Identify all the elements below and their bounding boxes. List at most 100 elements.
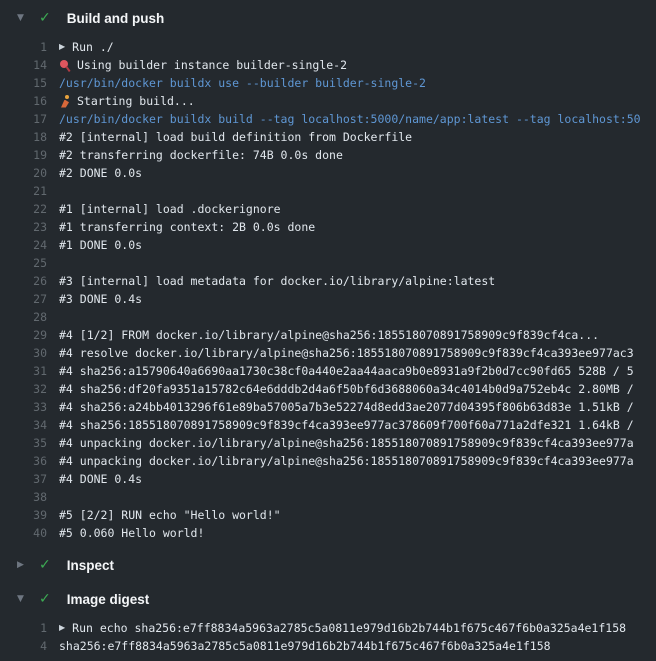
log-line: 25 — [0, 254, 656, 272]
line-number[interactable]: 14 — [0, 58, 47, 72]
check-success-icon: ✓ — [39, 592, 51, 606]
line-content: #4 unpacking docker.io/library/alpine@sh… — [47, 436, 634, 450]
log-lines: 1 ▶Run echo sha256:e7ff8834a5963a2785c5a… — [0, 616, 656, 661]
line-number[interactable]: 28 — [0, 310, 47, 324]
line-content: #5 0.060 Hello world! — [47, 526, 204, 540]
log-line: 15 /usr/bin/docker buildx use --builder … — [0, 74, 656, 92]
line-number[interactable]: 37 — [0, 472, 47, 486]
log-line: 38 — [0, 488, 656, 506]
line-number[interactable]: 1 — [0, 621, 47, 635]
line-number[interactable]: 16 — [0, 94, 47, 108]
line-text: Using builder instance builder-single-2 — [77, 58, 347, 72]
line-number[interactable]: 39 — [0, 508, 47, 522]
log-section-title: Inspect — [67, 558, 114, 573]
log-line: 16 Starting build... — [0, 92, 656, 110]
line-text: #5 [2/2] RUN echo "Hello world!" — [59, 508, 281, 522]
line-number[interactable]: 36 — [0, 454, 47, 468]
chevron-right-icon[interactable]: ▶ — [17, 561, 28, 570]
log-section-title: Build and push — [67, 11, 165, 26]
log-line: 35 #4 unpacking docker.io/library/alpine… — [0, 434, 656, 452]
line-number[interactable]: 18 — [0, 130, 47, 144]
log-line: 1 ▶Run echo sha256:e7ff8834a5963a2785c5a… — [0, 619, 656, 637]
line-content: #3 [internal] load metadata for docker.i… — [47, 274, 495, 288]
pushpin-emoji — [59, 59, 72, 72]
log-line: 34 #4 sha256:185518070891758909c9f839cf4… — [0, 416, 656, 434]
section-header-build-and-push[interactable]: ▼ ✓ Build and push — [0, 1, 656, 35]
log-line: 17 /usr/bin/docker buildx build --tag lo… — [0, 110, 656, 128]
runner-emoji — [59, 95, 72, 108]
line-content: /usr/bin/docker buildx build --tag local… — [47, 112, 641, 126]
line-number[interactable]: 1 — [0, 40, 47, 54]
line-content: #4 sha256:185518070891758909c9f839cf4ca3… — [47, 418, 634, 432]
line-content: #4 resolve docker.io/library/alpine@sha2… — [47, 346, 634, 360]
section-header-image-digest[interactable]: ▼ ✓ Image digest — [0, 582, 656, 616]
log-line: 37 #4 DONE 0.4s — [0, 470, 656, 488]
line-number[interactable]: 38 — [0, 490, 47, 504]
run-toggle-icon[interactable]: ▶ — [59, 624, 65, 632]
line-number[interactable]: 34 — [0, 418, 47, 432]
line-number[interactable]: 27 — [0, 292, 47, 306]
line-text: #5 0.060 Hello world! — [59, 526, 204, 540]
line-content: #4 [1/2] FROM docker.io/library/alpine@s… — [47, 328, 599, 342]
log-line: 21 — [0, 182, 656, 200]
workflow-log: ▼ ✓ Build and push 1 ▶Run ./ 14 Using bu… — [0, 0, 656, 661]
line-content: #3 DONE 0.4s — [47, 292, 142, 306]
line-number[interactable]: 30 — [0, 346, 47, 360]
line-number[interactable]: 24 — [0, 238, 47, 252]
log-line: 27 #3 DONE 0.4s — [0, 290, 656, 308]
log-line: 1 ▶ Run ./ — [0, 38, 656, 56]
line-text: sha256:e7ff8834a5963a2785c5a0811e979d16b… — [59, 639, 551, 653]
log-section-title: Image digest — [67, 592, 150, 607]
line-text: #1 DONE 0.0s — [59, 238, 142, 252]
line-number[interactable]: 17 — [0, 112, 47, 126]
line-number[interactable]: 26 — [0, 274, 47, 288]
line-text: #4 DONE 0.4s — [59, 472, 142, 486]
line-content: #1 [internal] load .dockerignore — [47, 202, 281, 216]
line-text: Run ./ — [72, 40, 114, 54]
line-content: #1 transferring context: 2B 0.0s done — [47, 220, 315, 234]
log-section-build-and-push: ▼ ✓ Build and push 1 ▶ Run ./ 14 Using bu… — [0, 1, 656, 548]
line-number[interactable]: 15 — [0, 76, 47, 90]
line-content: ▶Run echo sha256:e7ff8834a5963a2785c5a08… — [47, 621, 626, 635]
line-text: #4 unpacking docker.io/library/alpine@sh… — [59, 436, 634, 450]
line-number[interactable]: 19 — [0, 148, 47, 162]
chevron-down-icon[interactable]: ▼ — [17, 595, 28, 604]
line-text: #2 transferring dockerfile: 74B 0.0s don… — [59, 148, 343, 162]
line-text: #4 sha256:a24bb4013296f61e89ba57005a7b3e… — [59, 400, 634, 414]
line-text: #4 sha256:df20fa9351a15782c64e6dddb2d4a6… — [59, 382, 634, 396]
line-number[interactable]: 31 — [0, 364, 47, 378]
line-text: /usr/bin/docker buildx build --tag local… — [59, 112, 641, 126]
section-header-inspect[interactable]: ▶ ✓ Inspect — [0, 548, 656, 582]
line-number[interactable]: 23 — [0, 220, 47, 234]
log-line: 19 #2 transferring dockerfile: 74B 0.0s … — [0, 146, 656, 164]
log-line: 29 #4 [1/2] FROM docker.io/library/alpin… — [0, 326, 656, 344]
line-number[interactable]: 40 — [0, 526, 47, 540]
line-number[interactable]: 25 — [0, 256, 47, 270]
line-text: #4 resolve docker.io/library/alpine@sha2… — [59, 346, 634, 360]
run-toggle-icon[interactable]: ▶ — [59, 43, 65, 51]
line-text: #4 unpacking docker.io/library/alpine@sh… — [59, 454, 634, 468]
line-number[interactable]: 33 — [0, 400, 47, 414]
line-text: #1 [internal] load .dockerignore — [59, 202, 281, 216]
line-number[interactable]: 21 — [0, 184, 47, 198]
log-line: 28 — [0, 308, 656, 326]
log-line: 30 #4 resolve docker.io/library/alpine@s… — [0, 344, 656, 362]
log-line: 20 #2 DONE 0.0s — [0, 164, 656, 182]
line-content: #2 transferring dockerfile: 74B 0.0s don… — [47, 148, 343, 162]
line-text: #4 [1/2] FROM docker.io/library/alpine@s… — [59, 328, 599, 342]
line-content: /usr/bin/docker buildx use --builder bui… — [47, 76, 426, 90]
log-line: 31 #4 sha256:a15790640a6690aa1730c38cf0a… — [0, 362, 656, 380]
line-number[interactable]: 4 — [0, 639, 47, 653]
line-number[interactable]: 22 — [0, 202, 47, 216]
line-number[interactable]: 29 — [0, 328, 47, 342]
line-text: Starting build... — [77, 94, 195, 108]
log-section-inspect: ▶ ✓ Inspect — [0, 548, 656, 582]
line-content: #4 unpacking docker.io/library/alpine@sh… — [47, 454, 634, 468]
line-number[interactable]: 20 — [0, 166, 47, 180]
log-line: 26 #3 [internal] load metadata for docke… — [0, 272, 656, 290]
chevron-down-icon[interactable]: ▼ — [17, 14, 28, 23]
log-line: 24 #1 DONE 0.0s — [0, 236, 656, 254]
line-number[interactable]: 35 — [0, 436, 47, 450]
line-content: #1 DONE 0.0s — [47, 238, 142, 252]
line-number[interactable]: 32 — [0, 382, 47, 396]
